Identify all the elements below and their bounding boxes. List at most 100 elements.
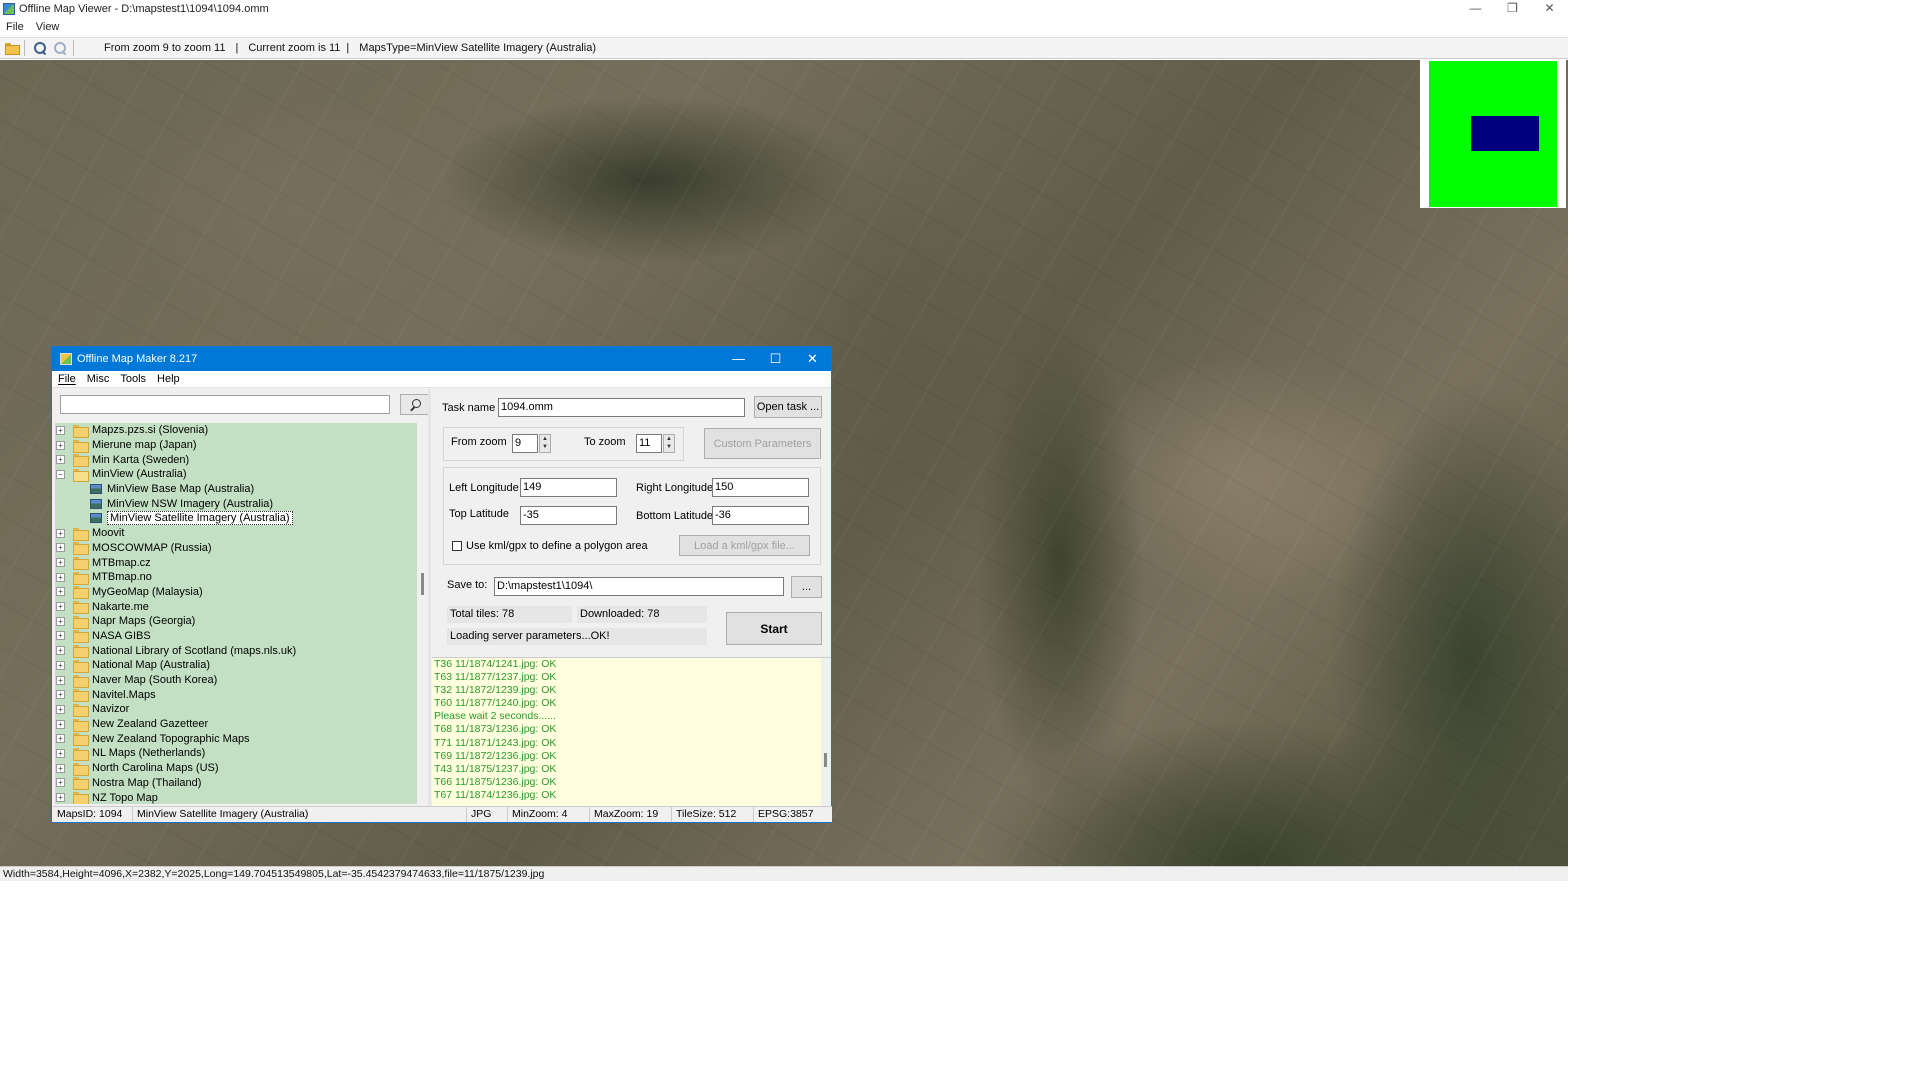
map-source-item[interactable]: MinView Base Map (Australia) xyxy=(55,482,417,497)
top-latitude-field[interactable]: -35 xyxy=(520,506,617,525)
expand-icon[interactable]: + xyxy=(56,778,65,788)
expand-icon[interactable]: + xyxy=(56,455,65,465)
map-provider-folder[interactable]: + MTBmap.no xyxy=(55,570,417,585)
overview-minimap[interactable] xyxy=(1420,60,1566,208)
dialog-maximize-button[interactable]: ☐ xyxy=(757,347,794,371)
map-search-button[interactable] xyxy=(400,394,430,415)
zoom-out-button[interactable] xyxy=(31,39,49,57)
expand-icon[interactable]: + xyxy=(56,425,65,435)
expand-icon[interactable]: + xyxy=(56,704,65,714)
from-zoom-field[interactable]: 9 xyxy=(512,434,538,453)
expand-icon[interactable]: + xyxy=(56,763,65,773)
map-provider-folder[interactable]: + Nostra Map (Thailand) xyxy=(55,776,417,791)
map-provider-folder[interactable]: + North Carolina Maps (US) xyxy=(55,761,417,776)
folder-icon xyxy=(73,615,89,629)
folder-icon xyxy=(73,571,89,585)
tree-item-label: NL Maps (Netherlands) xyxy=(92,747,206,760)
tree-item-label: Navitel.Maps xyxy=(92,688,156,701)
minimap-viewport[interactable] xyxy=(1471,116,1539,151)
dialog-minimize-button[interactable]: — xyxy=(720,347,757,371)
menu-file[interactable]: File xyxy=(6,21,24,33)
dialog-titlebar[interactable]: Offline Map Maker 8.217 — ☐ ✕ xyxy=(52,347,831,371)
start-button[interactable]: Start xyxy=(726,612,822,645)
dialog-close-button[interactable]: ✕ xyxy=(794,347,831,371)
log-scrollbar-thumb[interactable] xyxy=(824,753,827,767)
bottom-latitude-field[interactable]: -36 xyxy=(712,506,809,525)
menu-view[interactable]: View xyxy=(36,21,60,33)
to-zoom-stepper[interactable]: ▲ ▼ xyxy=(663,434,675,453)
close-button[interactable]: ✕ xyxy=(1531,0,1568,18)
expand-icon[interactable]: + xyxy=(56,631,65,641)
map-provider-folder[interactable]: + NL Maps (Netherlands) xyxy=(55,746,417,761)
task-name-field[interactable]: 1094.omm xyxy=(498,398,745,417)
dialog-menu-help[interactable]: Help xyxy=(157,373,180,385)
expand-icon[interactable]: + xyxy=(56,587,65,597)
custom-parameters-button[interactable]: Custom Parameters xyxy=(704,428,821,459)
map-provider-folder[interactable]: + MyGeoMap (Malaysia) xyxy=(55,585,417,600)
expand-icon[interactable]: + xyxy=(56,558,65,568)
right-longitude-field[interactable]: 150 xyxy=(712,478,809,497)
map-provider-folder[interactable]: + Napr Maps (Georgia) xyxy=(55,614,417,629)
log-scrollbar[interactable] xyxy=(821,658,831,806)
to-zoom-field[interactable]: 11 xyxy=(636,434,662,453)
dialog-menu-file[interactable]: File xyxy=(58,373,76,385)
map-source-item[interactable]: MinView NSW Imagery (Australia) xyxy=(55,496,417,511)
map-provider-folder[interactable]: + MOSCOWMAP (Russia) xyxy=(55,541,417,556)
expand-icon[interactable]: + xyxy=(56,719,65,729)
expand-icon[interactable]: + xyxy=(56,793,65,803)
map-provider-folder[interactable]: + Min Karta (Sweden) xyxy=(55,452,417,468)
map-provider-folder[interactable]: + New Zealand Gazetteer xyxy=(55,717,417,732)
map-provider-folder[interactable]: + National Library of Scotland (maps.nls.… xyxy=(55,643,417,659)
expand-icon[interactable]: + xyxy=(56,528,65,538)
map-search-input[interactable] xyxy=(60,395,390,414)
tree-scrollbar[interactable] xyxy=(419,423,427,804)
map-provider-folder[interactable]: + New Zealand Topographic Maps xyxy=(55,731,417,747)
load-kml-button[interactable]: Load a kml/gpx file... xyxy=(679,535,810,556)
pane-splitter[interactable] xyxy=(428,389,431,806)
from-zoom-stepper[interactable]: ▲ ▼ xyxy=(539,434,551,453)
expand-icon[interactable]: + xyxy=(56,690,65,700)
expand-icon[interactable]: + xyxy=(56,602,65,612)
map-provider-folder[interactable]: + Mapzs.pzs.si (Slovenia) xyxy=(55,423,417,438)
map-source-item[interactable]: MinView Satellite Imagery (Australia) xyxy=(55,511,417,526)
map-provider-folder[interactable]: + NASA GIBS xyxy=(55,629,417,644)
expand-icon[interactable]: + xyxy=(56,572,65,582)
map-provider-folder[interactable]: + Mierune map (Japan) xyxy=(55,438,417,453)
dialog-menu-misc[interactable]: Misc xyxy=(87,373,110,385)
expand-icon[interactable]: + xyxy=(56,748,65,758)
map-provider-folder[interactable]: + Navizor xyxy=(55,702,417,717)
expand-icon[interactable]: + xyxy=(56,734,65,744)
zoom-in-button[interactable] xyxy=(51,39,69,57)
expand-icon[interactable]: + xyxy=(56,646,65,656)
map-provider-folder[interactable]: + NZ Topo Map xyxy=(55,790,417,804)
restore-button[interactable]: ❐ xyxy=(1494,0,1531,18)
map-provider-folder[interactable]: + Moovit xyxy=(55,526,417,541)
map-provider-folder[interactable]: + Nakarte.me xyxy=(55,599,417,615)
expand-icon[interactable]: + xyxy=(56,675,65,685)
tree-scrollbar-thumb[interactable] xyxy=(421,573,424,595)
tree-item-label: MOSCOWMAP (Russia) xyxy=(92,541,212,554)
collapse-icon[interactable]: − xyxy=(56,469,65,479)
browse-folder-button[interactable]: ... xyxy=(791,576,822,598)
open-task-button[interactable]: Open task ... xyxy=(754,396,822,418)
expand-icon[interactable]: + xyxy=(56,543,65,553)
map-provider-folder[interactable]: + Naver Map (South Korea) xyxy=(55,673,417,688)
expand-icon[interactable]: + xyxy=(56,616,65,626)
map-provider-folder[interactable]: + MTBmap.cz xyxy=(55,555,417,571)
map-provider-folder[interactable]: + Navitel.Maps xyxy=(55,687,417,703)
dialog-menu-tools[interactable]: Tools xyxy=(120,373,146,385)
folder-icon xyxy=(73,468,89,482)
folder-icon xyxy=(73,777,89,791)
viewer-window-controls: — ❐ ✕ xyxy=(1457,0,1568,18)
expand-icon[interactable]: + xyxy=(56,440,65,450)
minimize-button[interactable]: — xyxy=(1457,0,1494,18)
viewer-title: Offline Map Viewer - D:\mapstest1\1094\1… xyxy=(19,3,269,15)
map-provider-folder[interactable]: − MinView (Australia) xyxy=(55,467,417,482)
map-provider-folder[interactable]: + National Map (Australia) xyxy=(55,658,417,673)
expand-icon[interactable]: + xyxy=(56,660,65,670)
save-to-field[interactable]: D:\mapstest1\1094\ xyxy=(494,577,784,596)
use-kml-checkbox[interactable] xyxy=(452,541,462,551)
folder-icon xyxy=(73,424,89,438)
open-folder-button[interactable] xyxy=(2,39,20,57)
left-longitude-field[interactable]: 149 xyxy=(520,478,617,497)
